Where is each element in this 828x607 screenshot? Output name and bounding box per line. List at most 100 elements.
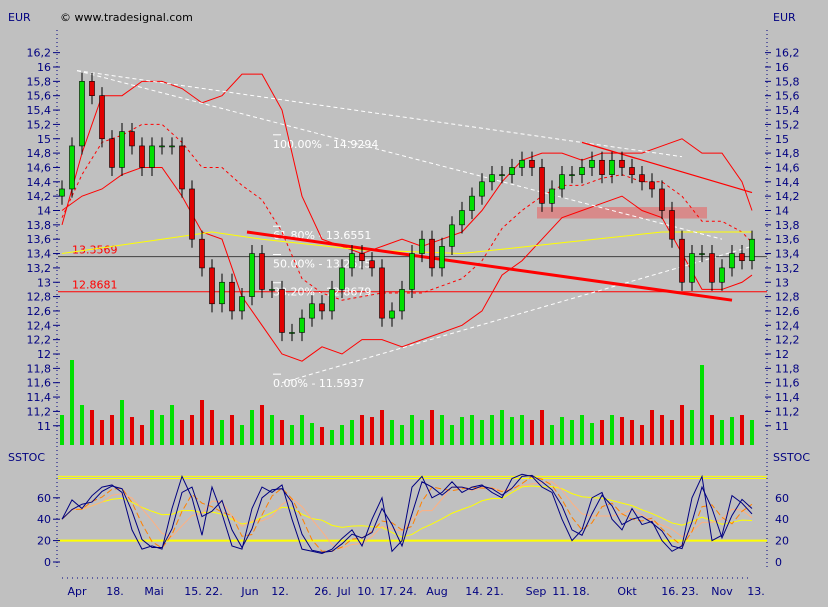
volume-bar — [110, 415, 114, 445]
y-tick-label-right: 14,6 — [775, 161, 800, 174]
volume-bar — [220, 420, 224, 445]
currency-label-right: EUR — [773, 11, 796, 24]
volume-bar — [340, 425, 344, 445]
volume-bar — [730, 417, 734, 445]
trendline-dashed — [76, 70, 683, 158]
candle-body — [109, 138, 115, 168]
volume-bar — [100, 420, 104, 445]
y-tick-label-left: 13,4 — [27, 248, 52, 261]
y-tick-label-left: 16,2 — [27, 47, 52, 60]
volume-bar — [310, 423, 314, 445]
axes-layer: 16,2 16,216 1615,8 15,815,6 15,615,4 15,415,2… — [27, 30, 800, 598]
candle-body — [319, 303, 325, 312]
volume-bar — [400, 425, 404, 445]
volume-bar — [430, 410, 434, 445]
x-tick-label: 24. — [399, 585, 417, 598]
candle-body — [659, 188, 665, 211]
volume-bar — [410, 415, 414, 445]
volume-bar — [580, 415, 584, 445]
candle-body — [749, 238, 755, 262]
volume-bar — [500, 410, 504, 445]
y-tick-label-right: 12,2 — [775, 334, 800, 347]
candle-body — [709, 253, 715, 283]
candle-body — [169, 145, 175, 148]
volume-bar — [460, 417, 464, 445]
volume-bar — [750, 420, 754, 445]
candle-body — [479, 181, 485, 197]
x-tick-label: 10. — [357, 585, 375, 598]
x-tick-label: 21. — [486, 585, 504, 598]
y-tick-label-right: 14,4 — [775, 176, 800, 189]
candle-body — [439, 246, 445, 269]
candle-body — [329, 289, 335, 312]
x-tick-label: Jun — [240, 585, 258, 598]
volume-bar — [380, 410, 384, 445]
candle-body — [199, 238, 205, 269]
x-tick-label: 13. — [747, 585, 765, 598]
y-tick-label-right: 15,2 — [775, 118, 800, 131]
y-tick-label-right: 15 — [775, 133, 789, 146]
candle-body — [69, 145, 75, 190]
volume-bar — [420, 420, 424, 445]
volume-bar — [370, 417, 374, 445]
candle-body — [539, 167, 545, 204]
candle-body — [609, 159, 615, 175]
candle-body — [289, 332, 295, 334]
y-tick-label-left: 12,8 — [27, 291, 52, 304]
volume-bar — [510, 417, 514, 445]
candle-body — [399, 289, 405, 312]
volume-bar — [230, 415, 234, 445]
candle-body — [279, 289, 285, 333]
candle-body — [629, 167, 635, 175]
volume-bar — [290, 425, 294, 445]
y-tick-label-right: 14,2 — [775, 190, 800, 203]
bollinger-upper — [61, 73, 753, 255]
x-tick-label: Nov — [711, 585, 733, 598]
candle-body — [139, 145, 145, 168]
y-tick-label-left: 12,4 — [27, 319, 52, 332]
x-tick-label: 26. — [314, 585, 332, 598]
candle-body — [309, 303, 315, 319]
candle-body — [349, 253, 355, 269]
x-tick-label: 18. — [106, 585, 124, 598]
candle-body — [369, 260, 375, 269]
horizontal-line-label: 12.8681 — [72, 279, 118, 292]
chart-window: 13.3569 12.8681 100.00% - 14.9294 61.80% - … — [0, 0, 828, 607]
candle-body — [409, 253, 415, 290]
volume-bar — [390, 420, 394, 445]
candle-body — [339, 267, 345, 290]
candle-body — [509, 167, 515, 175]
candle-body — [219, 281, 225, 305]
candle-body — [579, 167, 585, 175]
y-tick-label-right: 16,2 — [775, 47, 800, 60]
candle-body — [519, 159, 525, 168]
candle-body — [719, 267, 725, 283]
x-tick-label: 12. — [271, 585, 289, 598]
x-tick-label: Okt — [617, 585, 637, 598]
overlay-layer — [61, 70, 753, 384]
volume-bar — [610, 415, 614, 445]
volume-bar — [250, 410, 254, 445]
volume-bar — [140, 425, 144, 445]
x-tick-label: 16. — [661, 585, 679, 598]
candle-body — [209, 267, 215, 305]
volume-bar — [60, 415, 64, 445]
candle-body — [529, 159, 535, 168]
trendline-red — [581, 141, 753, 194]
volume-bar — [240, 425, 244, 445]
candle-body — [639, 174, 645, 183]
volume-bar — [270, 415, 274, 445]
y-tick-label-left: 14,8 — [27, 147, 52, 160]
volume-bar — [660, 415, 664, 445]
candle-body — [299, 317, 305, 333]
chart-canvas: 13.356912.8681100.00% - 14.929461.80% - … — [8, 11, 810, 598]
y-tick-label-right: 14 — [775, 205, 789, 218]
candle-body — [649, 181, 655, 190]
stoch-tick-label-right: 20 — [775, 535, 789, 548]
y-tick-label-right: 11,2 — [775, 405, 800, 418]
y-tick-label-right: 14,8 — [775, 147, 800, 160]
y-tick-label-left: 14,2 — [27, 190, 52, 203]
y-tick-label-right: 12,4 — [775, 319, 800, 332]
x-tick-label: 14. — [465, 585, 483, 598]
y-tick-label-right: 12,6 — [775, 305, 800, 318]
